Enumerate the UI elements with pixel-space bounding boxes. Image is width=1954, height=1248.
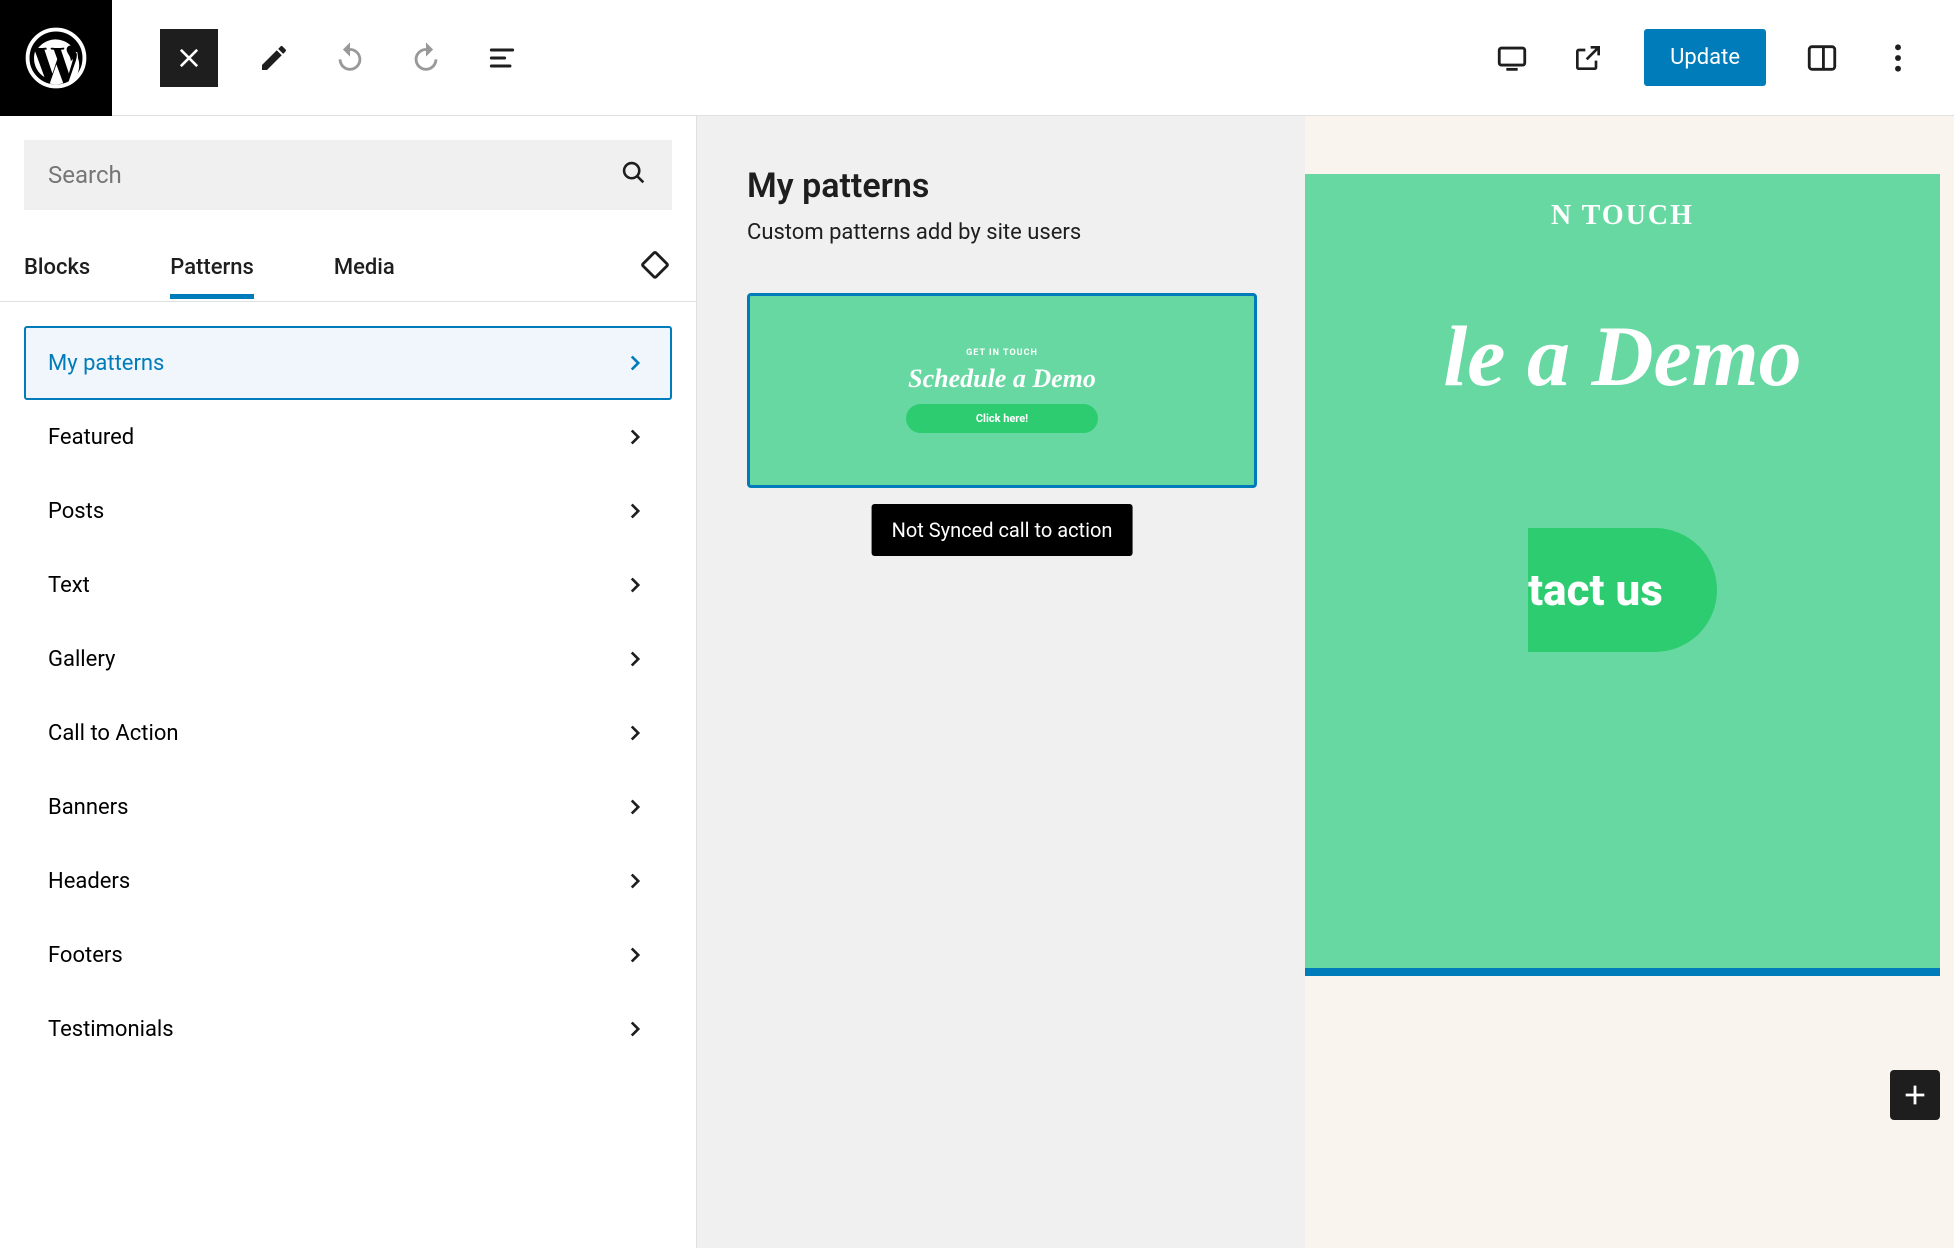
- add-block-button[interactable]: [1890, 1070, 1940, 1120]
- panel-subtitle: Custom patterns add by site users: [747, 220, 1255, 245]
- chevron-right-icon: [622, 572, 648, 598]
- category-label: Posts: [48, 499, 104, 524]
- cta-button-wrap: tact us: [1528, 528, 1717, 652]
- pattern-category-list: My patterns Featured Posts Text Gallery …: [0, 302, 696, 1066]
- edit-tool-icon[interactable]: [254, 38, 294, 78]
- tab-media[interactable]: Media: [334, 237, 395, 298]
- tab-patterns[interactable]: Patterns: [170, 237, 254, 299]
- view-icon[interactable]: [1492, 38, 1532, 78]
- cta-kicker[interactable]: N TOUCH: [1551, 200, 1694, 232]
- category-gallery[interactable]: Gallery: [24, 622, 672, 696]
- cta-button[interactable]: tact us: [1528, 528, 1717, 652]
- pattern-preview-card[interactable]: GET IN TOUCH Schedule a Demo Click here!…: [747, 293, 1257, 488]
- category-testimonials[interactable]: Testimonials: [24, 992, 672, 1066]
- panel-title: My patterns: [747, 166, 1255, 206]
- top-left-tools: [112, 29, 522, 87]
- patterns-preview-panel: My patterns Custom patterns add by site …: [697, 116, 1305, 1248]
- editor-top-bar: Update: [0, 0, 1954, 116]
- category-label: Call to Action: [48, 721, 179, 746]
- category-headers[interactable]: Headers: [24, 844, 672, 918]
- category-posts[interactable]: Posts: [24, 474, 672, 548]
- category-label: Footers: [48, 943, 123, 968]
- category-label: Testimonials: [48, 1017, 174, 1042]
- sidebar-toggle-icon[interactable]: [1802, 38, 1842, 78]
- category-footers[interactable]: Footers: [24, 918, 672, 992]
- cta-block[interactable]: N TOUCH le a Demo tact us: [1305, 174, 1940, 976]
- wordpress-logo[interactable]: [0, 0, 112, 116]
- block-inserter-panel: Blocks Patterns Media My patterns Featur…: [0, 116, 697, 1248]
- cta-title[interactable]: le a Demo: [1443, 306, 1801, 406]
- chevron-right-icon: [622, 646, 648, 672]
- category-label: Gallery: [48, 647, 115, 672]
- category-label: Banners: [48, 795, 128, 820]
- chevron-right-icon: [622, 868, 648, 894]
- update-button[interactable]: Update: [1644, 29, 1766, 86]
- chevron-right-icon: [622, 350, 648, 376]
- preview-button: Click here!: [906, 404, 1098, 433]
- options-menu-icon[interactable]: [1878, 38, 1918, 78]
- category-label: Featured: [48, 425, 134, 450]
- top-right-tools: Update: [1492, 29, 1954, 86]
- category-featured[interactable]: Featured: [24, 400, 672, 474]
- tab-blocks[interactable]: Blocks: [24, 237, 90, 298]
- external-link-icon[interactable]: [1568, 38, 1608, 78]
- redo-icon: [406, 38, 446, 78]
- chevron-right-icon: [622, 424, 648, 450]
- chevron-right-icon: [622, 1016, 648, 1042]
- search-input[interactable]: [48, 161, 620, 189]
- category-text[interactable]: Text: [24, 548, 672, 622]
- chevron-right-icon: [622, 794, 648, 820]
- chevron-right-icon: [622, 498, 648, 524]
- inserter-tabs: Blocks Patterns Media: [0, 234, 696, 302]
- undo-icon: [330, 38, 370, 78]
- search-icon: [620, 159, 648, 191]
- category-banners[interactable]: Banners: [24, 770, 672, 844]
- category-label: My patterns: [48, 351, 164, 376]
- preview-title: Schedule a Demo: [908, 364, 1096, 394]
- search-box: [24, 140, 672, 210]
- editor-canvas[interactable]: N TOUCH le a Demo tact us: [1305, 116, 1954, 1248]
- category-my-patterns[interactable]: My patterns: [24, 326, 672, 400]
- explore-patterns-icon[interactable]: [638, 249, 672, 287]
- close-inserter-button[interactable]: [160, 29, 218, 87]
- preview-kicker: GET IN TOUCH: [966, 348, 1038, 358]
- category-label: Headers: [48, 869, 130, 894]
- pattern-tooltip: Not Synced call to action: [872, 504, 1133, 556]
- category-label: Text: [48, 573, 90, 598]
- document-overview-icon[interactable]: [482, 38, 522, 78]
- chevron-right-icon: [622, 942, 648, 968]
- category-call-to-action[interactable]: Call to Action: [24, 696, 672, 770]
- chevron-right-icon: [622, 720, 648, 746]
